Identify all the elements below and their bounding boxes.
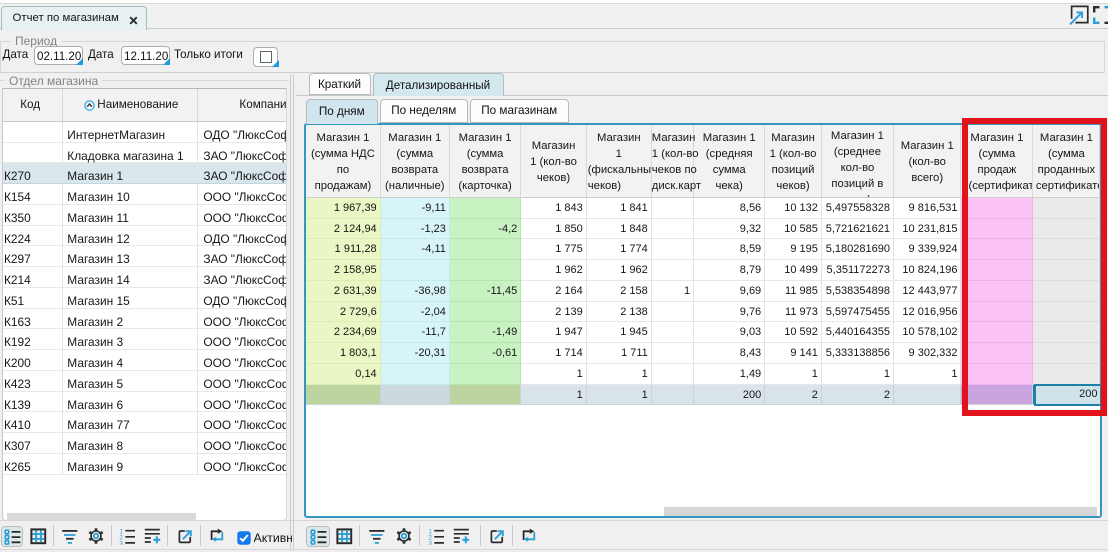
svg-text:3: 3 [119,540,123,545]
svg-text:3: 3 [428,540,432,545]
